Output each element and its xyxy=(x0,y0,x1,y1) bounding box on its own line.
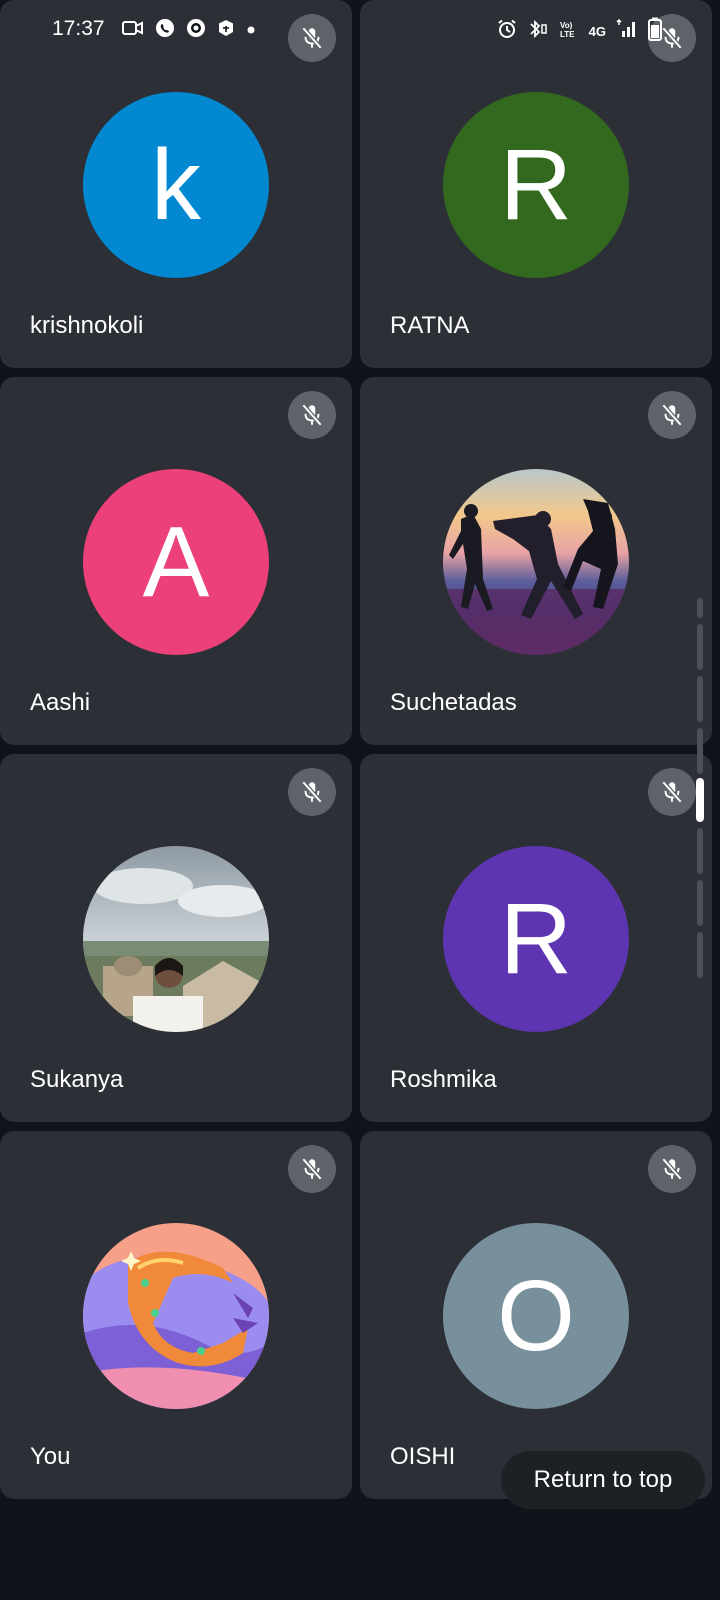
video-camera-icon xyxy=(122,20,144,41)
participant-name: Suchetadas xyxy=(390,689,517,716)
scroll-track-segment xyxy=(697,624,703,670)
participant-tile-aashi[interactable]: A Aashi xyxy=(0,377,352,745)
scroll-track-segment xyxy=(697,880,703,926)
participant-name: RATNA xyxy=(390,312,470,339)
network-type-label: 4G xyxy=(588,24,606,39)
signal-icon xyxy=(616,18,638,44)
avatar-letter: A xyxy=(142,506,210,618)
scroll-track-segment xyxy=(697,728,703,774)
scroll-thumb[interactable] xyxy=(696,778,704,822)
participant-name: krishnokoli xyxy=(30,312,144,339)
avatar: k xyxy=(83,92,269,278)
circle-icon xyxy=(186,18,206,43)
scrollbar[interactable] xyxy=(696,598,704,982)
participant-tile-oishi[interactable]: O OISHI xyxy=(360,1131,712,1499)
participant-tile-suchetadas[interactable]: Suchetadas xyxy=(360,377,712,745)
avatar: O xyxy=(443,1223,629,1409)
scroll-track-segment xyxy=(697,676,703,722)
participant-name: Roshmika xyxy=(390,1066,497,1093)
alarm-icon xyxy=(497,19,517,44)
yoga-silhouettes-photo xyxy=(443,469,629,655)
avatar-letter: R xyxy=(499,129,573,241)
status-left-icons xyxy=(122,18,256,43)
status-bar: 17:37 Vo) LTE 4G xyxy=(0,0,720,60)
avatar: A xyxy=(83,469,269,655)
participant-name: Sukanya xyxy=(30,1066,124,1093)
participant-name: You xyxy=(30,1443,71,1470)
status-time: 17:37 xyxy=(52,17,105,40)
status-right-icons: Vo) LTE 4G xyxy=(497,17,662,46)
box-icon xyxy=(217,19,235,42)
avatar-letter: O xyxy=(497,1260,575,1372)
avatar: R xyxy=(443,846,629,1032)
mic-off-icon xyxy=(288,1145,336,1193)
svg-text:LTE: LTE xyxy=(560,30,575,39)
scroll-track-segment xyxy=(697,828,703,874)
avatar-letter: k xyxy=(151,129,201,241)
participant-name: OISHI xyxy=(390,1443,456,1470)
crown-illustration xyxy=(83,1223,269,1409)
scroll-track-segment xyxy=(697,932,703,978)
participant-tile-roshmika[interactable]: R Roshmika xyxy=(360,754,712,1122)
mic-off-icon xyxy=(288,391,336,439)
avatar: R xyxy=(443,92,629,278)
svg-text:Vo): Vo) xyxy=(560,21,573,30)
scroll-track-segment xyxy=(697,598,703,618)
battery-icon xyxy=(648,17,662,46)
dot-icon xyxy=(246,22,256,40)
volte-icon: Vo) LTE xyxy=(559,19,579,44)
return-to-top-button[interactable]: Return to top xyxy=(501,1451,705,1509)
mic-off-icon xyxy=(648,768,696,816)
mic-off-icon xyxy=(288,768,336,816)
mic-off-icon xyxy=(648,1145,696,1193)
mic-off-icon xyxy=(648,391,696,439)
bluetooth-icon xyxy=(527,19,549,44)
person-cityscape-photo xyxy=(83,846,269,1032)
participant-tile-you[interactable]: You xyxy=(0,1131,352,1499)
participant-tile-sukanya[interactable]: Sukanya xyxy=(0,754,352,1122)
participant-name: Aashi xyxy=(30,689,91,716)
whatsapp-icon xyxy=(155,18,175,43)
avatar-letter: R xyxy=(499,883,573,995)
